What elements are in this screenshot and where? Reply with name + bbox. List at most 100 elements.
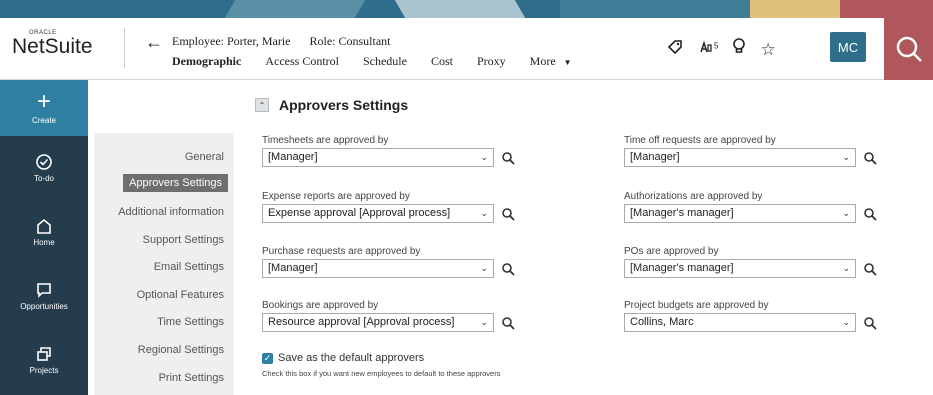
select-value: Collins, Marc [630, 316, 694, 328]
search-icon [896, 36, 922, 62]
search-icon[interactable] [863, 207, 877, 221]
field-timeoff-approver: Time off requests are approved by [Manag… [624, 135, 877, 167]
field-authorizations-approver: Authorizations are approved by [Manager'… [624, 191, 877, 223]
chevron-down-icon: ⌄ [480, 263, 488, 273]
record-tabs: Demographic Access Control Schedule Cost… [172, 54, 596, 69]
chevron-down-icon: ⌄ [842, 317, 850, 327]
field-label: POs are approved by [624, 246, 719, 257]
search-icon[interactable] [863, 262, 877, 276]
chat-icon [37, 283, 51, 298]
achievements-icon[interactable]: 5 [698, 39, 718, 60]
subnav-item-optional-features[interactable]: Optional Features [137, 289, 224, 301]
subnav-item-general[interactable]: General [185, 151, 224, 163]
field-pos-approver: POs are approved by [Manager's manager] ⌄ [624, 246, 877, 278]
bookings-approver-select[interactable]: Resource approval [Approval process] ⌄ [262, 313, 494, 332]
select-value: [Manager] [630, 151, 680, 163]
nav-item-todo[interactable]: To-do [0, 136, 88, 200]
nav-label-opportunities: Opportunities [20, 302, 68, 311]
search-icon[interactable] [863, 151, 877, 165]
default-approvers-checkbox[interactable]: ✓ [262, 352, 273, 364]
tab-proxy[interactable]: Proxy [477, 54, 506, 69]
collapse-section-button[interactable]: ⌃ [255, 98, 269, 112]
field-label: Authorizations are approved by [624, 191, 763, 202]
tab-cost[interactable]: Cost [431, 54, 453, 69]
lightbulb-icon[interactable] [732, 38, 746, 61]
user-avatar[interactable]: MC [830, 32, 866, 62]
default-approvers-help: Check this box if you want new employees… [262, 369, 501, 378]
top-banner-strip [0, 0, 933, 18]
field-label: Expense reports are approved by [262, 191, 410, 202]
settings-subnav: General Approvers Settings Additional in… [94, 133, 234, 395]
field-label: Purchase requests are approved by [262, 246, 421, 257]
nav-item-home[interactable]: Home [0, 200, 88, 264]
chevron-down-icon: ⌄ [480, 317, 488, 327]
app-header: ORACLE NetSuite ← Employee: Porter, Mari… [0, 18, 933, 80]
default-approvers-label[interactable]: Save as the default approvers [278, 352, 424, 364]
select-value: Expense approval [Approval process] [268, 207, 451, 219]
nav-item-opportunities[interactable]: Opportunities [0, 264, 88, 328]
authorizations-approver-select[interactable]: [Manager's manager] ⌄ [624, 204, 856, 223]
netsuite-logo[interactable]: ORACLE NetSuite [12, 30, 93, 59]
nav-label-home: Home [33, 238, 55, 247]
field-bookings-approver: Bookings are approved by Resource approv… [262, 300, 515, 332]
subnav-item-time-settings[interactable]: Time Settings [157, 316, 224, 328]
header-actions: 5 ☆ [666, 38, 776, 61]
section-header: ⌃ Approvers Settings [255, 97, 408, 113]
timeoff-approver-select[interactable]: [Manager] ⌄ [624, 148, 856, 167]
search-icon[interactable] [501, 151, 515, 165]
purchase-approver-select[interactable]: [Manager] ⌄ [262, 259, 494, 278]
field-project-budgets-approver: Project budgets are approved by Collins,… [624, 300, 877, 332]
search-icon[interactable] [501, 207, 515, 221]
timesheets-approver-select[interactable]: [Manager] ⌄ [262, 148, 494, 167]
subnav-item-approvers-settings[interactable]: Approvers Settings [123, 174, 228, 192]
expense-approver-select[interactable]: Expense approval [Approval process] ⌄ [262, 204, 494, 223]
logo-netsuite-text: NetSuite [12, 35, 93, 58]
field-timesheets-approver: Timesheets are approved by [Manager] ⌄ [262, 135, 515, 167]
home-icon [37, 218, 51, 234]
global-search-button[interactable] [884, 18, 933, 80]
header-divider [124, 28, 125, 68]
chevron-down-icon: ⌄ [480, 208, 488, 218]
field-label: Time off requests are approved by [624, 135, 776, 146]
tab-more[interactable]: More ▼ [530, 54, 572, 69]
chevron-down-icon: ⌄ [842, 263, 850, 273]
field-label: Bookings are approved by [262, 300, 379, 311]
chevron-down-icon: ▼ [563, 58, 572, 67]
tab-more-label: More [529, 54, 556, 68]
star-icon[interactable]: ☆ [760, 40, 775, 60]
subnav-item-regional-settings[interactable]: Regional Settings [138, 344, 224, 356]
subnav-item-print-settings[interactable]: Print Settings [159, 372, 224, 384]
chevron-down-icon: ⌄ [842, 208, 850, 218]
double-chevron-up-icon: ⌃ [258, 100, 266, 110]
subnav-item-email-settings[interactable]: Email Settings [154, 261, 224, 273]
left-navigation: + Create To-do Home Opportunities Projec… [0, 80, 88, 395]
tab-access-control[interactable]: Access Control [265, 54, 339, 69]
nav-label-projects: Projects [29, 366, 59, 375]
tab-demographic[interactable]: Demographic [172, 54, 241, 69]
subnav-item-support-settings[interactable]: Support Settings [143, 234, 224, 246]
search-icon[interactable] [863, 316, 877, 330]
projects-icon [37, 347, 51, 361]
search-icon[interactable] [501, 316, 515, 330]
nav-item-projects[interactable]: Projects [0, 328, 88, 392]
select-value: Resource approval [Approval process] [268, 316, 455, 328]
select-value: [Manager's manager] [630, 262, 734, 274]
search-icon[interactable] [501, 262, 515, 276]
chevron-down-icon: ⌄ [480, 152, 488, 162]
select-value: [Manager's manager] [630, 207, 734, 219]
field-label: Project budgets are approved by [624, 300, 769, 311]
tab-schedule[interactable]: Schedule [363, 54, 407, 69]
field-expense-approver: Expense reports are approved by Expense … [262, 191, 515, 223]
create-button[interactable]: + Create [0, 80, 88, 136]
back-arrow-icon[interactable]: ← [145, 32, 163, 53]
nav-label-todo: To-do [33, 174, 54, 183]
pos-approver-select[interactable]: [Manager's manager] ⌄ [624, 259, 856, 278]
default-approvers-row: ✓ Save as the default approvers [262, 352, 424, 364]
check-circle-icon [36, 154, 52, 170]
record-header: Employee: Porter, Marie Role: Consultant [172, 34, 390, 49]
select-value: [Manager] [268, 262, 318, 274]
tag-icon[interactable] [666, 38, 684, 61]
project-budgets-approver-select[interactable]: Collins, Marc ⌄ [624, 313, 856, 332]
subnav-item-additional-information[interactable]: Additional information [118, 206, 224, 218]
achievements-count: 5 [714, 41, 719, 51]
